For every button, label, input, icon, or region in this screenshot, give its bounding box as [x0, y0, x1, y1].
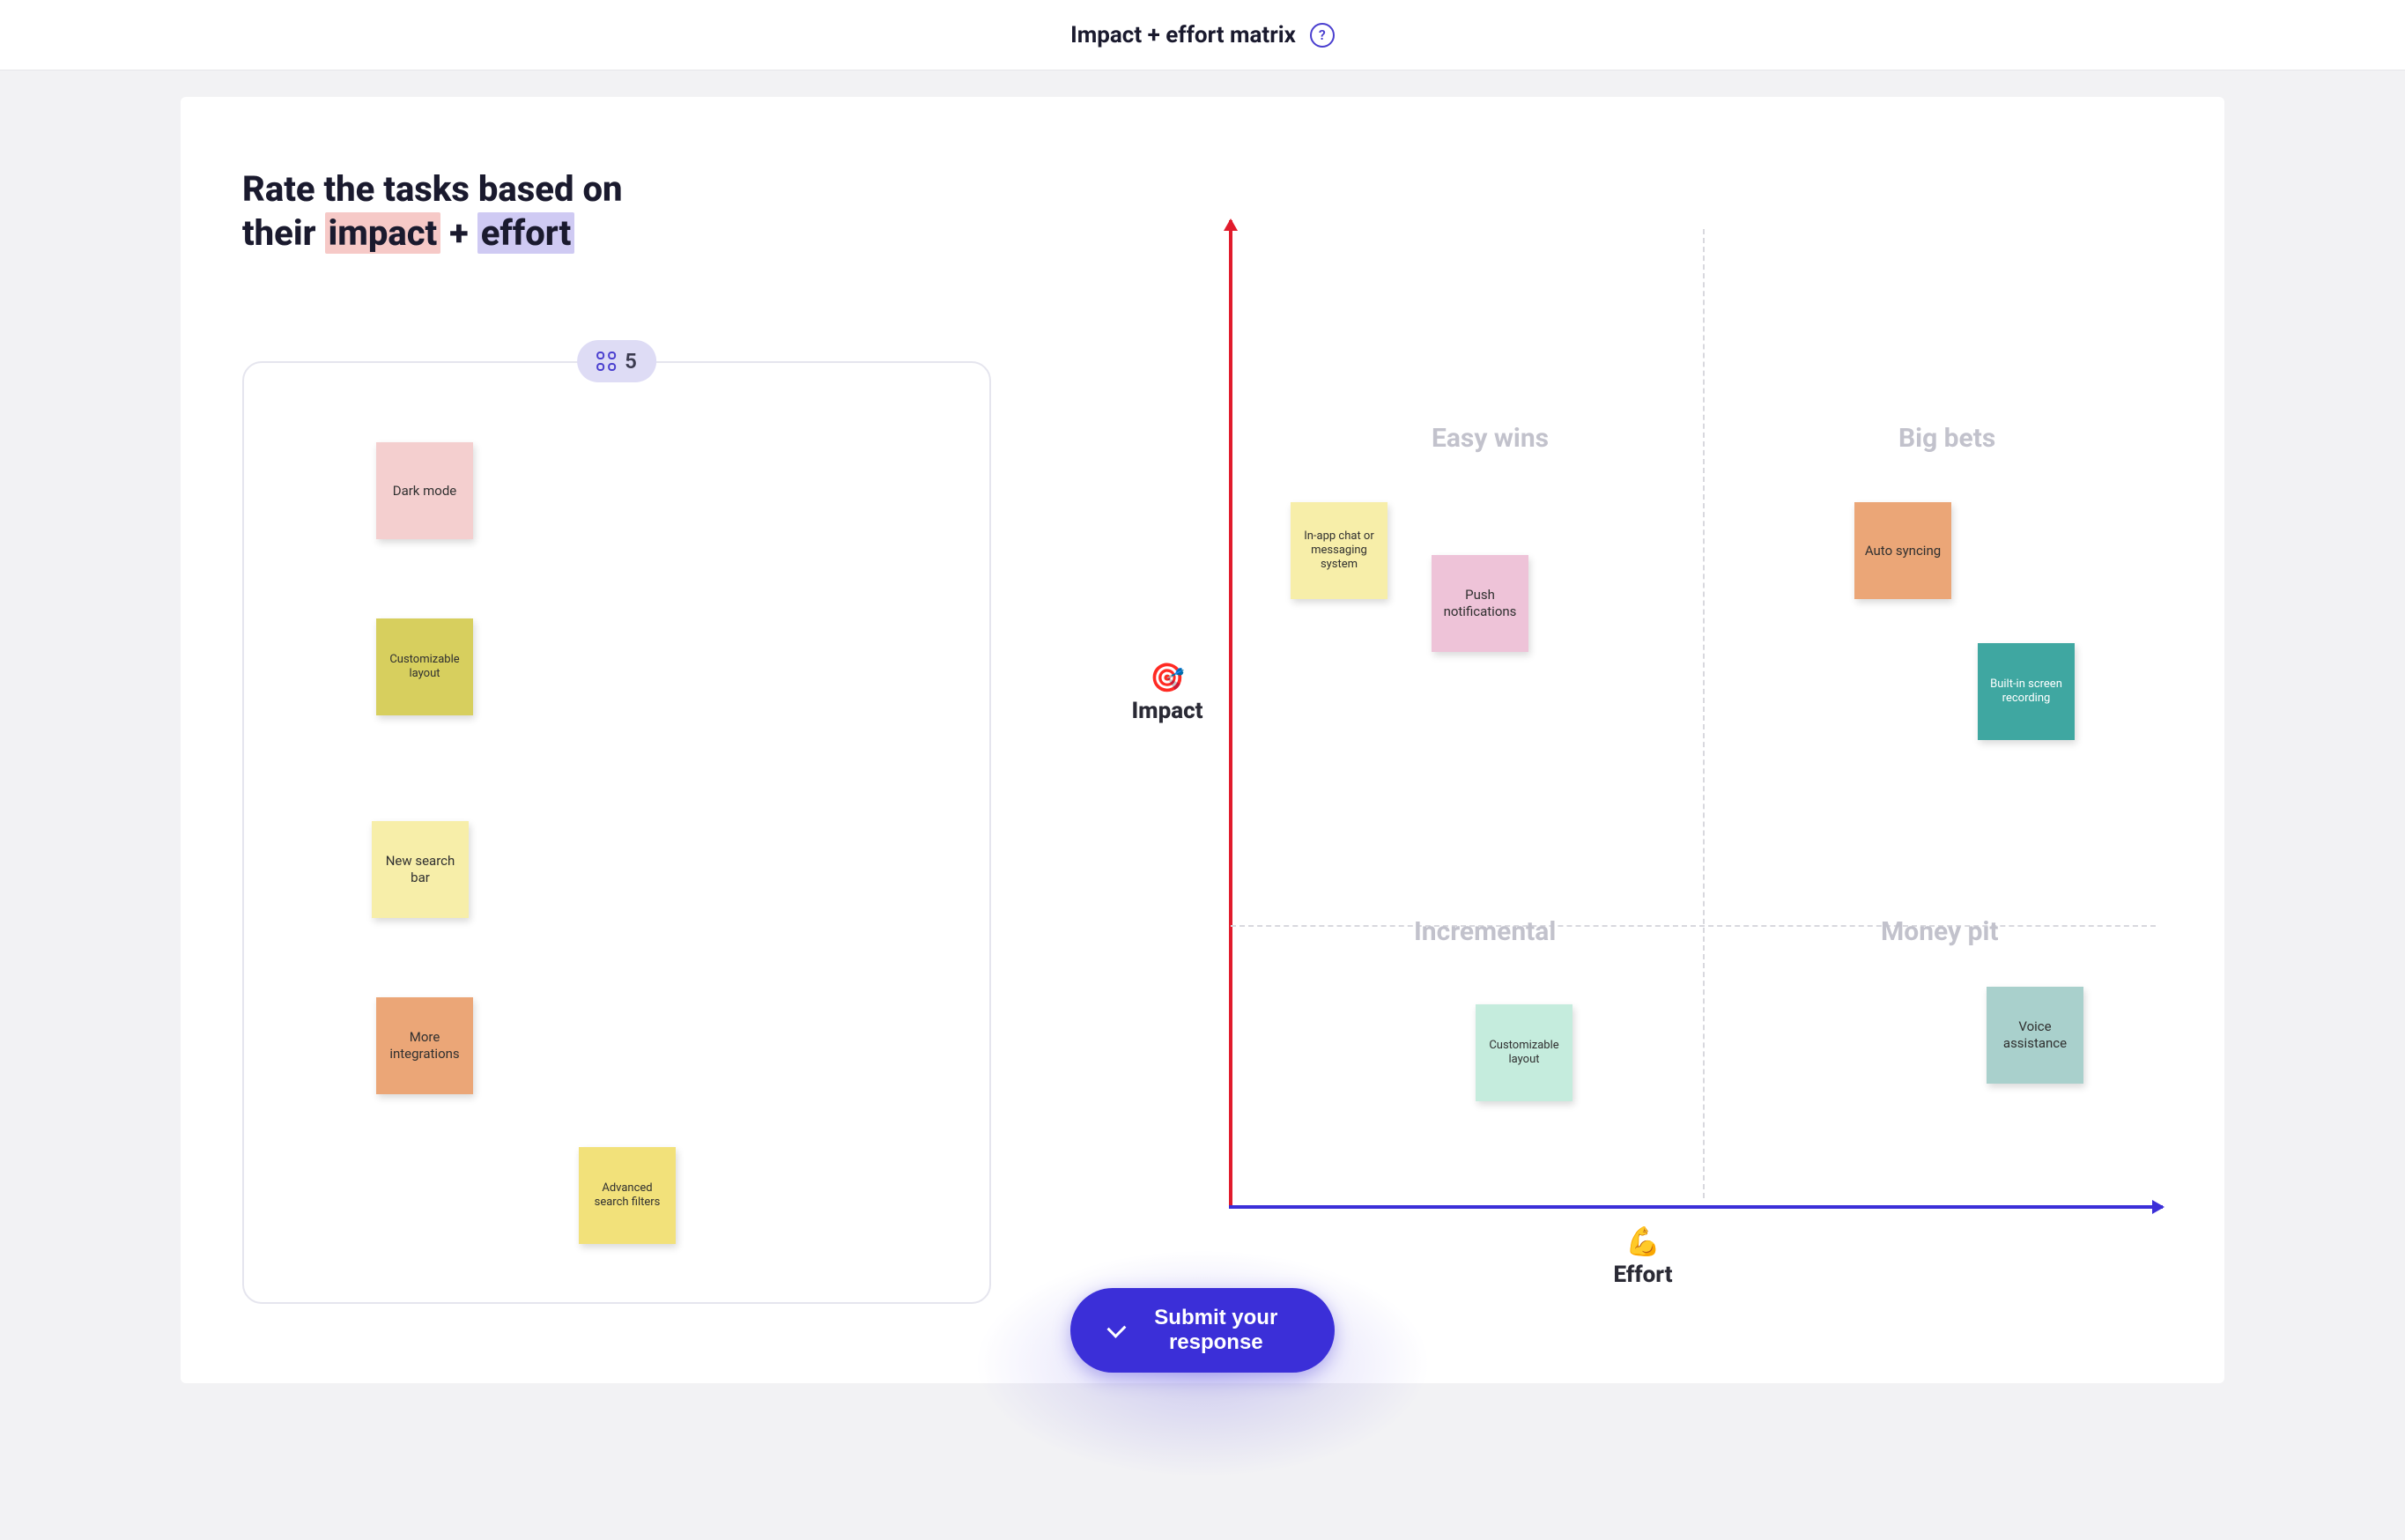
matrix-sticky[interactable]: Built-in screen recording — [1978, 643, 2075, 740]
flex-icon: 💪 — [1590, 1225, 1696, 1258]
matrix-sticky[interactable]: Auto syncing — [1854, 502, 1951, 599]
task-sticky[interactable]: Dark mode — [376, 442, 473, 539]
instruction-line1: Rate the tasks based on — [242, 167, 622, 211]
matrix-divider-horizontal — [1231, 925, 2156, 927]
matrix-sticky[interactable]: In-app chat or messaging system — [1291, 502, 1388, 599]
grid-icon — [596, 352, 616, 371]
axis-label-impact: 🎯 Impact — [1114, 661, 1220, 724]
submit-button[interactable]: Submit your response — [1070, 1288, 1335, 1373]
matrix-sticky[interactable]: Push notifications — [1432, 555, 1528, 652]
board: Rate the tasks based on their impact + e… — [181, 97, 2224, 1383]
task-sticky[interactable]: Advanced search filters — [579, 1147, 676, 1244]
quadrant-label-incremental: Incremental — [1414, 916, 1556, 947]
top-bar: Impact + effort matrix ? — [0, 0, 2405, 70]
axis-label-effort: 💪 Effort — [1590, 1225, 1696, 1288]
task-count: 5 — [625, 349, 637, 374]
task-count-pill: 5 — [577, 340, 656, 382]
quadrant-label-easy-wins: Easy wins — [1432, 423, 1549, 454]
matrix-sticky[interactable]: Voice assistance — [1987, 987, 2083, 1084]
axis-y — [1229, 220, 1232, 1207]
instruction-text: Rate the tasks based on their impact + e… — [242, 167, 622, 255]
help-icon[interactable]: ? — [1310, 23, 1335, 48]
matrix-divider-vertical — [1703, 229, 1705, 1198]
matrix-sticky[interactable]: Customizable layout — [1476, 1004, 1572, 1101]
quadrant-label-money-pit: Money pit — [1881, 916, 1999, 947]
task-sticky[interactable]: More integrations — [376, 997, 473, 1094]
page-wrap: Rate the tasks based on their impact + e… — [0, 70, 2405, 1383]
target-icon: 🎯 — [1114, 661, 1220, 694]
matrix: Easy wins Big bets Incremental Money pit… — [1150, 220, 2163, 1330]
task-sticky[interactable]: Customizable layout — [376, 618, 473, 715]
instruction-line2: their impact + effort — [242, 211, 622, 255]
quadrant-label-big-bets: Big bets — [1898, 423, 1995, 454]
check-icon — [1106, 1319, 1126, 1338]
task-panel: 5 Dark modeCustomizable layoutNew search… — [242, 361, 991, 1304]
page-title: Impact + effort matrix — [1070, 22, 1296, 48]
task-sticky[interactable]: New search bar — [372, 821, 469, 918]
highlight-impact: impact — [325, 212, 441, 254]
axis-x — [1229, 1205, 2163, 1209]
highlight-effort: effort — [477, 212, 575, 254]
